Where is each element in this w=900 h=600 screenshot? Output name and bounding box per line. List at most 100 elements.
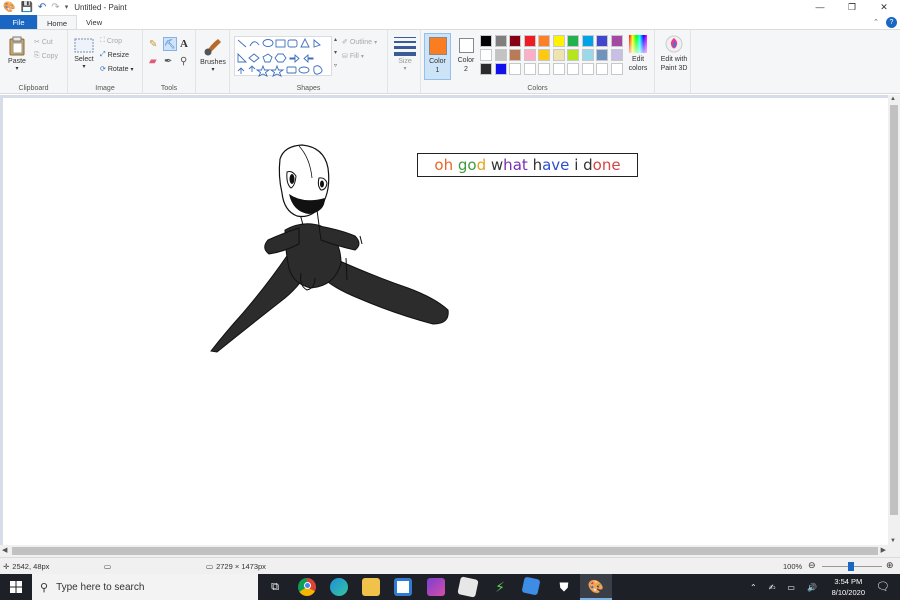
fill-button[interactable]: ⛁ Fill ▾ [342,52,364,61]
restore-button[interactable]: ❐ [836,0,868,15]
palette-swatch[interactable] [552,63,565,75]
tab-file[interactable]: File [0,15,37,29]
game-app-icon[interactable] [427,578,445,596]
tray-chevron-icon[interactable]: ⌃ [750,583,757,592]
scroll-down-icon[interactable]: ▼ [890,538,896,544]
paste-button[interactable]: Paste ▾ [3,36,31,72]
volume-icon[interactable]: 🔊 [807,583,817,592]
palette-swatch[interactable] [610,49,623,61]
edit-with-paint3d-button[interactable]: Edit with Paint 3D [657,35,691,73]
file-explorer-icon[interactable] [362,578,380,596]
taskbar-search[interactable]: ⚲ Type here to search [32,574,258,600]
shield-app-icon[interactable]: ⛊ [555,578,573,596]
palette-swatch[interactable] [494,35,507,47]
palette-swatch[interactable] [596,49,608,61]
vertical-scrollbar[interactable]: ▲ ▼ [888,95,900,545]
shapes-scroll[interactable]: ▴ ▾ ▿ [334,36,337,69]
palette-swatch[interactable] [596,63,608,75]
palette-swatch[interactable] [480,49,492,61]
lightning-app-icon[interactable]: ⚡ [491,578,509,596]
roblox-studio-icon[interactable] [521,576,541,596]
palette-swatch[interactable] [523,49,536,61]
copy-button[interactable]: ⎘ Copy [34,52,58,60]
palette-swatch[interactable] [581,49,594,61]
palette-swatch[interactable] [480,63,492,75]
drawing-canvas[interactable]: oh god what have i done [3,98,888,545]
roblox-icon[interactable] [457,576,479,598]
palette-swatch[interactable] [552,49,565,61]
brushes-button[interactable]: Brushes ▾ [198,35,228,73]
clock[interactable]: 3:54 PM 8/10/2020 [832,576,865,598]
minimize-button[interactable]: — [804,0,836,15]
palette-swatch[interactable] [538,49,550,61]
start-button[interactable] [0,574,32,600]
eraser-icon[interactable]: ▰ [149,56,157,67]
size-group: Size ▾ [388,30,421,94]
palette-swatch[interactable] [509,49,521,61]
fill-bucket-icon[interactable]: ⛏ [163,37,177,51]
scroll-left-icon[interactable]: ◀ [2,546,7,554]
scroll-up-icon[interactable]: ▲ [890,96,896,102]
network-icon[interactable]: ▭ [787,583,795,592]
tab-home[interactable]: Home [37,15,78,29]
select-button[interactable]: Select ▾ [72,38,96,70]
paint-taskbar-active[interactable]: 🎨 [580,574,612,600]
pencil-icon[interactable]: ✎ [149,39,157,50]
customize-qa-icon[interactable]: ▾ [65,0,69,15]
palette-swatch[interactable] [567,49,579,61]
chrome-icon[interactable] [298,578,316,596]
save-icon[interactable]: 💾 [20,0,32,15]
palette-swatch[interactable] [581,63,594,75]
horizontal-scrollbar[interactable]: ◀ ▶ [0,545,900,557]
palette-swatch[interactable] [610,63,623,75]
redo-icon[interactable]: ↷ [51,0,59,15]
task-view-icon[interactable]: ⧉ [266,578,284,596]
close-button[interactable]: ✕ [868,0,900,15]
help-icon[interactable]: ? [886,17,897,28]
undo-icon[interactable]: ↶ [38,0,46,15]
size-button[interactable]: Size ▾ [392,36,418,72]
minimize-ribbon-icon[interactable]: ⌃ [873,15,879,30]
zoom-in-icon[interactable]: ⊕ [886,560,894,571]
zoom-out-icon[interactable]: ⊖ [808,560,816,571]
palette-swatch[interactable] [523,63,536,75]
store-icon[interactable] [394,578,412,596]
color1-button[interactable]: Color 1 [424,33,451,80]
outline-button[interactable]: ✐ Outline ▾ [342,38,377,47]
tab-view[interactable]: View [77,15,111,29]
notification-icon[interactable]: 🗨 [876,580,890,593]
shapes-gallery[interactable] [234,36,332,77]
pen-icon[interactable]: ✍ [769,583,776,592]
color-picker-icon[interactable]: ✒ [164,56,172,67]
palette-swatch[interactable] [509,35,521,47]
scroll-right-icon[interactable]: ▶ [881,546,886,554]
text-box[interactable]: oh god what have i done [417,153,638,177]
tools-group: ✎ ⛏ A ▰ ✒ ⚲ Tools [143,30,196,94]
palette-swatch[interactable] [552,35,565,47]
caption-letter: h [532,156,543,174]
palette-swatch[interactable] [494,63,507,75]
palette-swatch[interactable] [567,35,579,47]
palette-swatch[interactable] [581,35,594,47]
palette-swatch[interactable] [523,35,536,47]
vertical-scroll-thumb[interactable] [890,105,898,515]
text-tool-icon[interactable]: A [180,38,188,50]
edge-icon[interactable] [330,578,348,596]
palette-swatch[interactable] [538,35,550,47]
cut-button[interactable]: ✂ Cut [34,38,53,47]
rotate-button[interactable]: ⟳ Rotate ▾ [100,65,134,74]
palette-swatch[interactable] [480,35,492,47]
palette-swatch[interactable] [509,63,521,75]
crop-button[interactable]: ⛶ Crop [100,37,122,45]
palette-swatch[interactable] [494,49,507,61]
palette-swatch[interactable] [567,63,579,75]
color2-button[interactable]: Color 2 [453,33,479,80]
palette-swatch[interactable] [596,35,608,47]
palette-swatch[interactable] [610,35,623,47]
magnifier-icon[interactable]: ⚲ [180,56,187,67]
zoom-slider-thumb[interactable] [848,562,854,571]
palette-swatch[interactable] [538,63,550,75]
horizontal-scroll-thumb[interactable] [12,547,878,555]
resize-button[interactable]: ⤢ Resize [100,51,129,59]
edit-colors-button[interactable]: Edit colors [622,35,654,73]
